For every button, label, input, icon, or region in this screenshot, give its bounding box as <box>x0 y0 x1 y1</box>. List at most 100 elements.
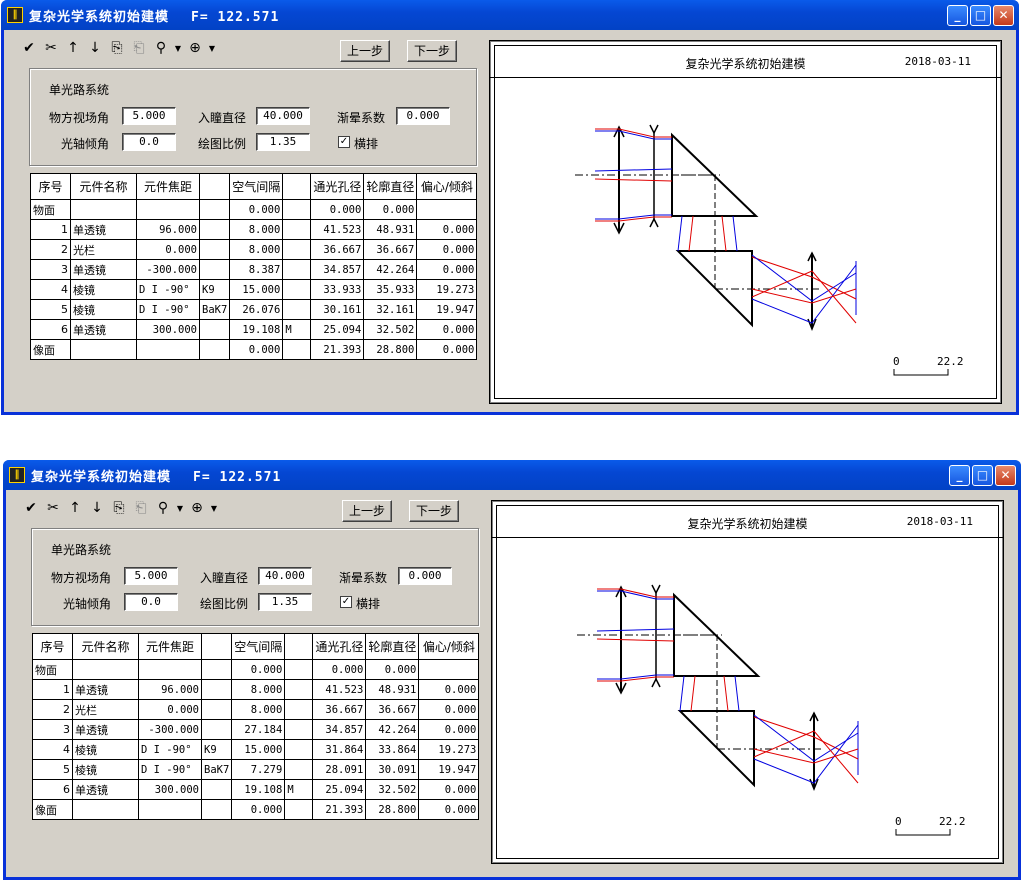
table-cell[interactable]: 36.667 <box>312 699 367 720</box>
table-cell[interactable]: 3 <box>30 259 71 280</box>
table-cell[interactable] <box>416 199 478 220</box>
table-cell[interactable]: 6 <box>30 319 71 340</box>
table-cell[interactable]: 31.864 <box>312 739 367 760</box>
zoom-in-icon[interactable]: ⊕ <box>186 40 204 56</box>
table-cell[interactable]: BaK7 <box>198 299 231 320</box>
table-cell[interactable]: 6 <box>32 779 73 800</box>
table-cell[interactable]: 28.091 <box>312 759 367 780</box>
table-cell[interactable]: 0.000 <box>312 659 367 680</box>
table-cell[interactable]: 36.667 <box>363 239 418 260</box>
table-cell[interactable] <box>284 699 314 720</box>
table-cell[interactable]: 25.094 <box>310 319 365 340</box>
table-cell[interactable]: 物面 <box>32 659 73 680</box>
table-cell[interactable]: 19.947 <box>418 759 480 780</box>
table-cell[interactable]: 32.502 <box>365 779 420 800</box>
chevron-down-icon[interactable]: ▼ <box>176 504 184 513</box>
table-row[interactable]: 像面 0.000 21.393 28.800 0.000 <box>30 339 478 360</box>
table-cell[interactable]: 0.000 <box>365 659 420 680</box>
table-cell[interactable] <box>284 719 314 740</box>
table-cell[interactable]: 42.264 <box>365 719 420 740</box>
table-cell[interactable]: D I -90° <box>136 299 200 320</box>
table-cell[interactable]: D I -90° <box>138 759 202 780</box>
table-cell[interactable]: 棱镜 <box>70 279 137 300</box>
table-cell[interactable]: 19.108 <box>231 779 286 800</box>
table-row[interactable]: 3 单透镜 -300.000 27.184 34.857 42.264 0.000 <box>32 719 480 740</box>
vignette-input[interactable]: 0.000 <box>396 107 450 125</box>
table-cell[interactable]: 30.161 <box>310 299 365 320</box>
minimize-button[interactable]: _ <box>947 4 968 26</box>
table-cell[interactable]: 21.393 <box>310 339 365 360</box>
table-cell[interactable] <box>198 199 231 220</box>
table-row[interactable]: 4 棱镜 D I -90° K9 15.000 33.933 35.933 19.273 <box>30 279 478 300</box>
table-cell[interactable]: 32.161 <box>363 299 418 320</box>
table-cell[interactable]: 4 <box>30 279 71 300</box>
table-cell[interactable] <box>418 659 480 680</box>
table-cell[interactable]: 0.000 <box>416 259 478 280</box>
table-cell[interactable]: -300.000 <box>136 259 200 280</box>
table-row[interactable]: 2 光栏 0.000 8.000 36.667 36.667 0.000 <box>30 239 478 260</box>
table-cell[interactable]: 8.000 <box>231 699 286 720</box>
table-row[interactable]: 6 单透镜 300.000 19.108 M 25.094 32.502 0.000 <box>32 779 480 800</box>
field-angle-input[interactable]: 5.000 <box>124 567 178 585</box>
chevron-down-icon[interactable]: ▼ <box>208 44 216 53</box>
table-cell[interactable]: 2 <box>32 699 73 720</box>
table-cell[interactable]: 0.000 <box>416 339 478 360</box>
table-row[interactable]: 像面 0.000 21.393 28.800 0.000 <box>32 799 480 820</box>
table-cell[interactable] <box>284 799 314 820</box>
table-cell[interactable] <box>198 259 231 280</box>
table-cell[interactable] <box>282 299 312 320</box>
table-cell[interactable] <box>200 799 233 820</box>
cut-icon[interactable]: ✂ <box>42 40 60 56</box>
table-cell[interactable]: 单透镜 <box>72 719 139 740</box>
minimize-button[interactable]: _ <box>949 464 970 486</box>
table-cell[interactable]: 3 <box>32 719 73 740</box>
table-row[interactable]: 6 单透镜 300.000 19.108 M 25.094 32.502 0.000 <box>30 319 478 340</box>
table-cell[interactable]: 300.000 <box>136 319 200 340</box>
table-cell[interactable]: 19.108 <box>229 319 284 340</box>
table-cell[interactable]: 96.000 <box>136 219 200 240</box>
table-cell[interactable]: 8.000 <box>229 219 284 240</box>
table-cell[interactable]: 0.000 <box>418 679 480 700</box>
scale-input[interactable]: 1.35 <box>256 133 310 151</box>
table-cell[interactable] <box>200 779 233 800</box>
table-cell[interactable]: 28.800 <box>363 339 418 360</box>
table-row[interactable]: 5 棱镜 D I -90° BaK7 7.279 28.091 30.091 19.947 <box>32 759 480 780</box>
table-cell[interactable]: 48.931 <box>363 219 418 240</box>
table-cell[interactable]: 300.000 <box>138 779 202 800</box>
table-cell[interactable]: 2 <box>30 239 71 260</box>
maximize-button[interactable]: □ <box>970 4 991 26</box>
table-row[interactable]: 物面 0.000 0.000 0.000 <box>32 659 480 680</box>
next-step-button[interactable]: 下一步 <box>409 500 459 522</box>
table-cell[interactable]: 棱镜 <box>72 759 139 780</box>
pupil-input[interactable]: 40.000 <box>258 567 312 585</box>
table-cell[interactable]: 19.273 <box>418 739 480 760</box>
horizontal-checkbox[interactable]: ✓ <box>340 596 352 608</box>
table-cell[interactable]: 0.000 <box>416 239 478 260</box>
table-cell[interactable]: 4 <box>32 739 73 760</box>
table-cell[interactable]: 0.000 <box>418 799 480 820</box>
zoom-out-icon[interactable]: ⚲ <box>152 40 170 56</box>
table-cell[interactable] <box>282 259 312 280</box>
scale-input[interactable]: 1.35 <box>258 593 312 611</box>
table-cell[interactable]: 15.000 <box>229 279 284 300</box>
table-cell[interactable]: D I -90° <box>136 279 200 300</box>
table-cell[interactable] <box>136 199 200 220</box>
prev-step-button[interactable]: 上一步 <box>340 40 390 62</box>
table-cell[interactable]: 27.184 <box>231 719 286 740</box>
pupil-input[interactable]: 40.000 <box>256 107 310 125</box>
table-cell[interactable]: K9 <box>200 739 233 760</box>
table-cell[interactable]: 单透镜 <box>70 259 137 280</box>
table-cell[interactable] <box>284 679 314 700</box>
table-cell[interactable] <box>282 199 312 220</box>
table-cell[interactable]: 像面 <box>30 339 71 360</box>
table-cell[interactable]: 41.523 <box>310 219 365 240</box>
table-cell[interactable]: 33.864 <box>365 739 420 760</box>
table-cell[interactable]: 25.094 <box>312 779 367 800</box>
table-row[interactable]: 2 光栏 0.000 8.000 36.667 36.667 0.000 <box>32 699 480 720</box>
title-bar[interactable]: ‖ 复杂光学系统初始建模 F= 122.571 _ □ ✕ <box>3 460 1021 490</box>
copy-icon[interactable]: ⎘ <box>110 500 128 516</box>
table-cell[interactable] <box>284 739 314 760</box>
table-row[interactable]: 4 棱镜 D I -90° K9 15.000 31.864 33.864 19.273 <box>32 739 480 760</box>
table-cell[interactable]: 28.800 <box>365 799 420 820</box>
close-button[interactable]: ✕ <box>995 464 1016 486</box>
